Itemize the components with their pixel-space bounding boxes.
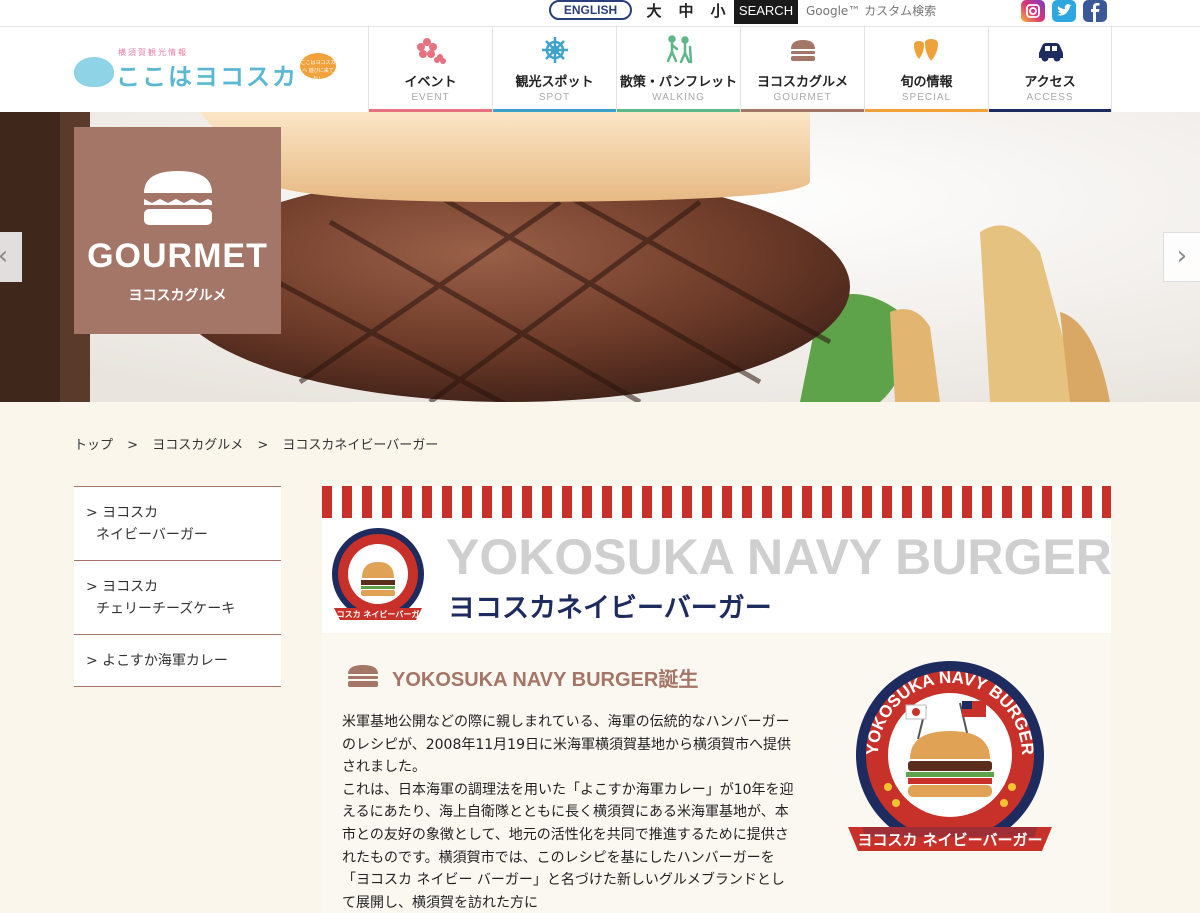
nav-item-access[interactable]: アクセス ACCESS — [988, 27, 1112, 113]
ship-wheel-icon — [542, 37, 568, 63]
nav-label-jp: 散策・パンフレット — [619, 75, 738, 90]
side-menu-label: > ヨコスカ — [86, 505, 159, 521]
nav-item-special[interactable]: 旬の情報 SPECIAL — [864, 27, 988, 113]
section-body: 米軍基地公開などの際に親しまれている、海軍の伝統的なハンバーガーのレシピが、20… — [342, 714, 794, 911]
badge-caption: ヨコスカ ネイビーバーガー — [857, 831, 1042, 849]
breadcrumb-separator: > — [257, 438, 269, 453]
breadcrumb-separator: > — [127, 438, 139, 453]
badge-small-caption: ヨコスカ ネイビーバーガー — [329, 609, 428, 619]
site-header: 横須賀観光情報 ここはヨコスカ ここはヨコスカへ 遊びに来てね！ イベント EV… — [0, 26, 1200, 113]
article-section: YOKOSUKA NAVY BURGER誕生 米軍基地公開などの際に親しまれてい… — [322, 633, 1111, 913]
nav-label-en: WALKING — [652, 92, 705, 103]
sakura-icon — [417, 38, 446, 64]
nav-label-en: GOURMET — [773, 92, 832, 103]
nav-item-spot[interactable]: 観光スポット SPOT — [492, 27, 616, 113]
navy-burger-badge-icon: ヨコスカ ネイビーバーガー — [329, 528, 428, 620]
navy-burger-logo: YOKOSUKA NAVY BURGER ヨコスカ ネイビーバーガー — [848, 661, 1052, 851]
stripe-banner — [322, 486, 1111, 518]
nav-item-gourmet[interactable]: ヨコスカグルメ GOURMET — [740, 27, 864, 113]
nav-label-en: ACCESS — [1026, 92, 1074, 103]
nav-label-jp: ヨコスカグルメ — [756, 75, 848, 90]
search-button[interactable]: SEARCH — [734, 0, 798, 24]
article-header: ヨコスカ ネイビーバーガー YOKOSUKA NAVY BURGER ヨコスカネ… — [322, 518, 1111, 633]
main-nav: イベント EVENT 観光スポット SPOT 散策・パンフレット WALKING… — [368, 27, 1112, 113]
side-menu-label: > ヨコスカ — [86, 579, 159, 595]
article-title-jp: ヨコスカネイビーバーガー — [448, 593, 772, 624]
font-size-small-button[interactable]: 小 — [705, 0, 731, 24]
category-title: GOURMET — [87, 237, 268, 275]
search-input[interactable] — [800, 0, 980, 22]
main-content: ヨコスカ ネイビーバーガー YOKOSUKA NAVY BURGER ヨコスカネ… — [322, 486, 1111, 913]
side-menu-label: ネイビーバーガー — [96, 527, 208, 543]
top-utility-bar: ENGLISH 大 中 小 SEARCH — [0, 0, 1200, 26]
hero-banner: GOURMET ヨコスカグルメ ‹ › — [0, 112, 1200, 402]
instagram-icon[interactable] — [1021, 0, 1045, 22]
nav-label-jp: 観光スポット — [515, 75, 594, 90]
burger-icon — [348, 665, 378, 687]
hikers-icon — [666, 35, 693, 64]
nav-item-walking[interactable]: 散策・パンフレット WALKING — [616, 27, 740, 113]
side-menu-item-navy-burger[interactable]: > ヨコスカ ネイビーバーガー — [74, 487, 281, 561]
burger-icon — [791, 40, 815, 61]
side-menu-item-cherry-cheesecake[interactable]: > ヨコスカ チェリーチーズケーキ — [74, 561, 281, 635]
side-menu: > ヨコスカ ネイビーバーガー > ヨコスカ チェリーチーズケーキ > よこすか… — [74, 486, 281, 687]
breadcrumb-home-link[interactable]: トップ — [74, 438, 113, 453]
carousel-prev-arrow-icon[interactable]: ‹ — [0, 232, 22, 282]
nav-label-en: SPOT — [538, 92, 571, 103]
breadcrumb: トップ > ヨコスカグルメ > ヨコスカネイビーバーガー — [74, 434, 448, 453]
section-title: YOKOSUKA NAVY BURGER誕生 — [392, 669, 699, 691]
category-label-box: GOURMET ヨコスカグルメ — [74, 127, 281, 334]
font-size-large-button[interactable]: 大 — [641, 0, 667, 24]
breadcrumb-current: ヨコスカネイビーバーガー — [282, 438, 439, 453]
article-title-en: YOKOSUKA NAVY BURGER — [446, 529, 1111, 585]
nav-label-jp: 旬の情報 — [900, 75, 953, 90]
font-size-medium-button[interactable]: 中 — [673, 0, 699, 24]
category-subtitle: ヨコスカグルメ — [128, 288, 227, 304]
english-button[interactable]: ENGLISH — [549, 0, 632, 20]
side-menu-label: > よこすか海軍カレー — [86, 653, 228, 669]
nav-label-en: EVENT — [411, 92, 450, 103]
logo-speech-bubble: ここはヨコスカへ 遊びに来てね！ — [300, 53, 336, 82]
logo-title: ここはヨコスカ — [116, 63, 298, 91]
burger-icon — [144, 171, 212, 225]
facebook-icon[interactable] — [1083, 0, 1107, 22]
twitter-icon[interactable] — [1052, 0, 1076, 22]
strawberry-icon — [914, 39, 938, 61]
site-logo[interactable]: 横須賀観光情報 ここはヨコスカ ここはヨコスカへ 遊びに来てね！ — [74, 47, 336, 93]
breadcrumb-gourmet-link[interactable]: ヨコスカグルメ — [152, 438, 243, 453]
car-icon — [1039, 43, 1063, 62]
nav-label-jp: アクセス — [1024, 75, 1076, 90]
nav-item-event[interactable]: イベント EVENT — [368, 27, 492, 113]
nav-label-jp: イベント — [404, 75, 457, 90]
logo-mascot-icon — [74, 57, 114, 87]
side-menu-item-navy-curry[interactable]: > よこすか海軍カレー — [74, 635, 281, 687]
side-menu-label: チェリーチーズケーキ — [96, 601, 236, 617]
carousel-next-arrow-icon[interactable]: › — [1163, 232, 1200, 282]
nav-label-en: SPECIAL — [901, 92, 952, 103]
